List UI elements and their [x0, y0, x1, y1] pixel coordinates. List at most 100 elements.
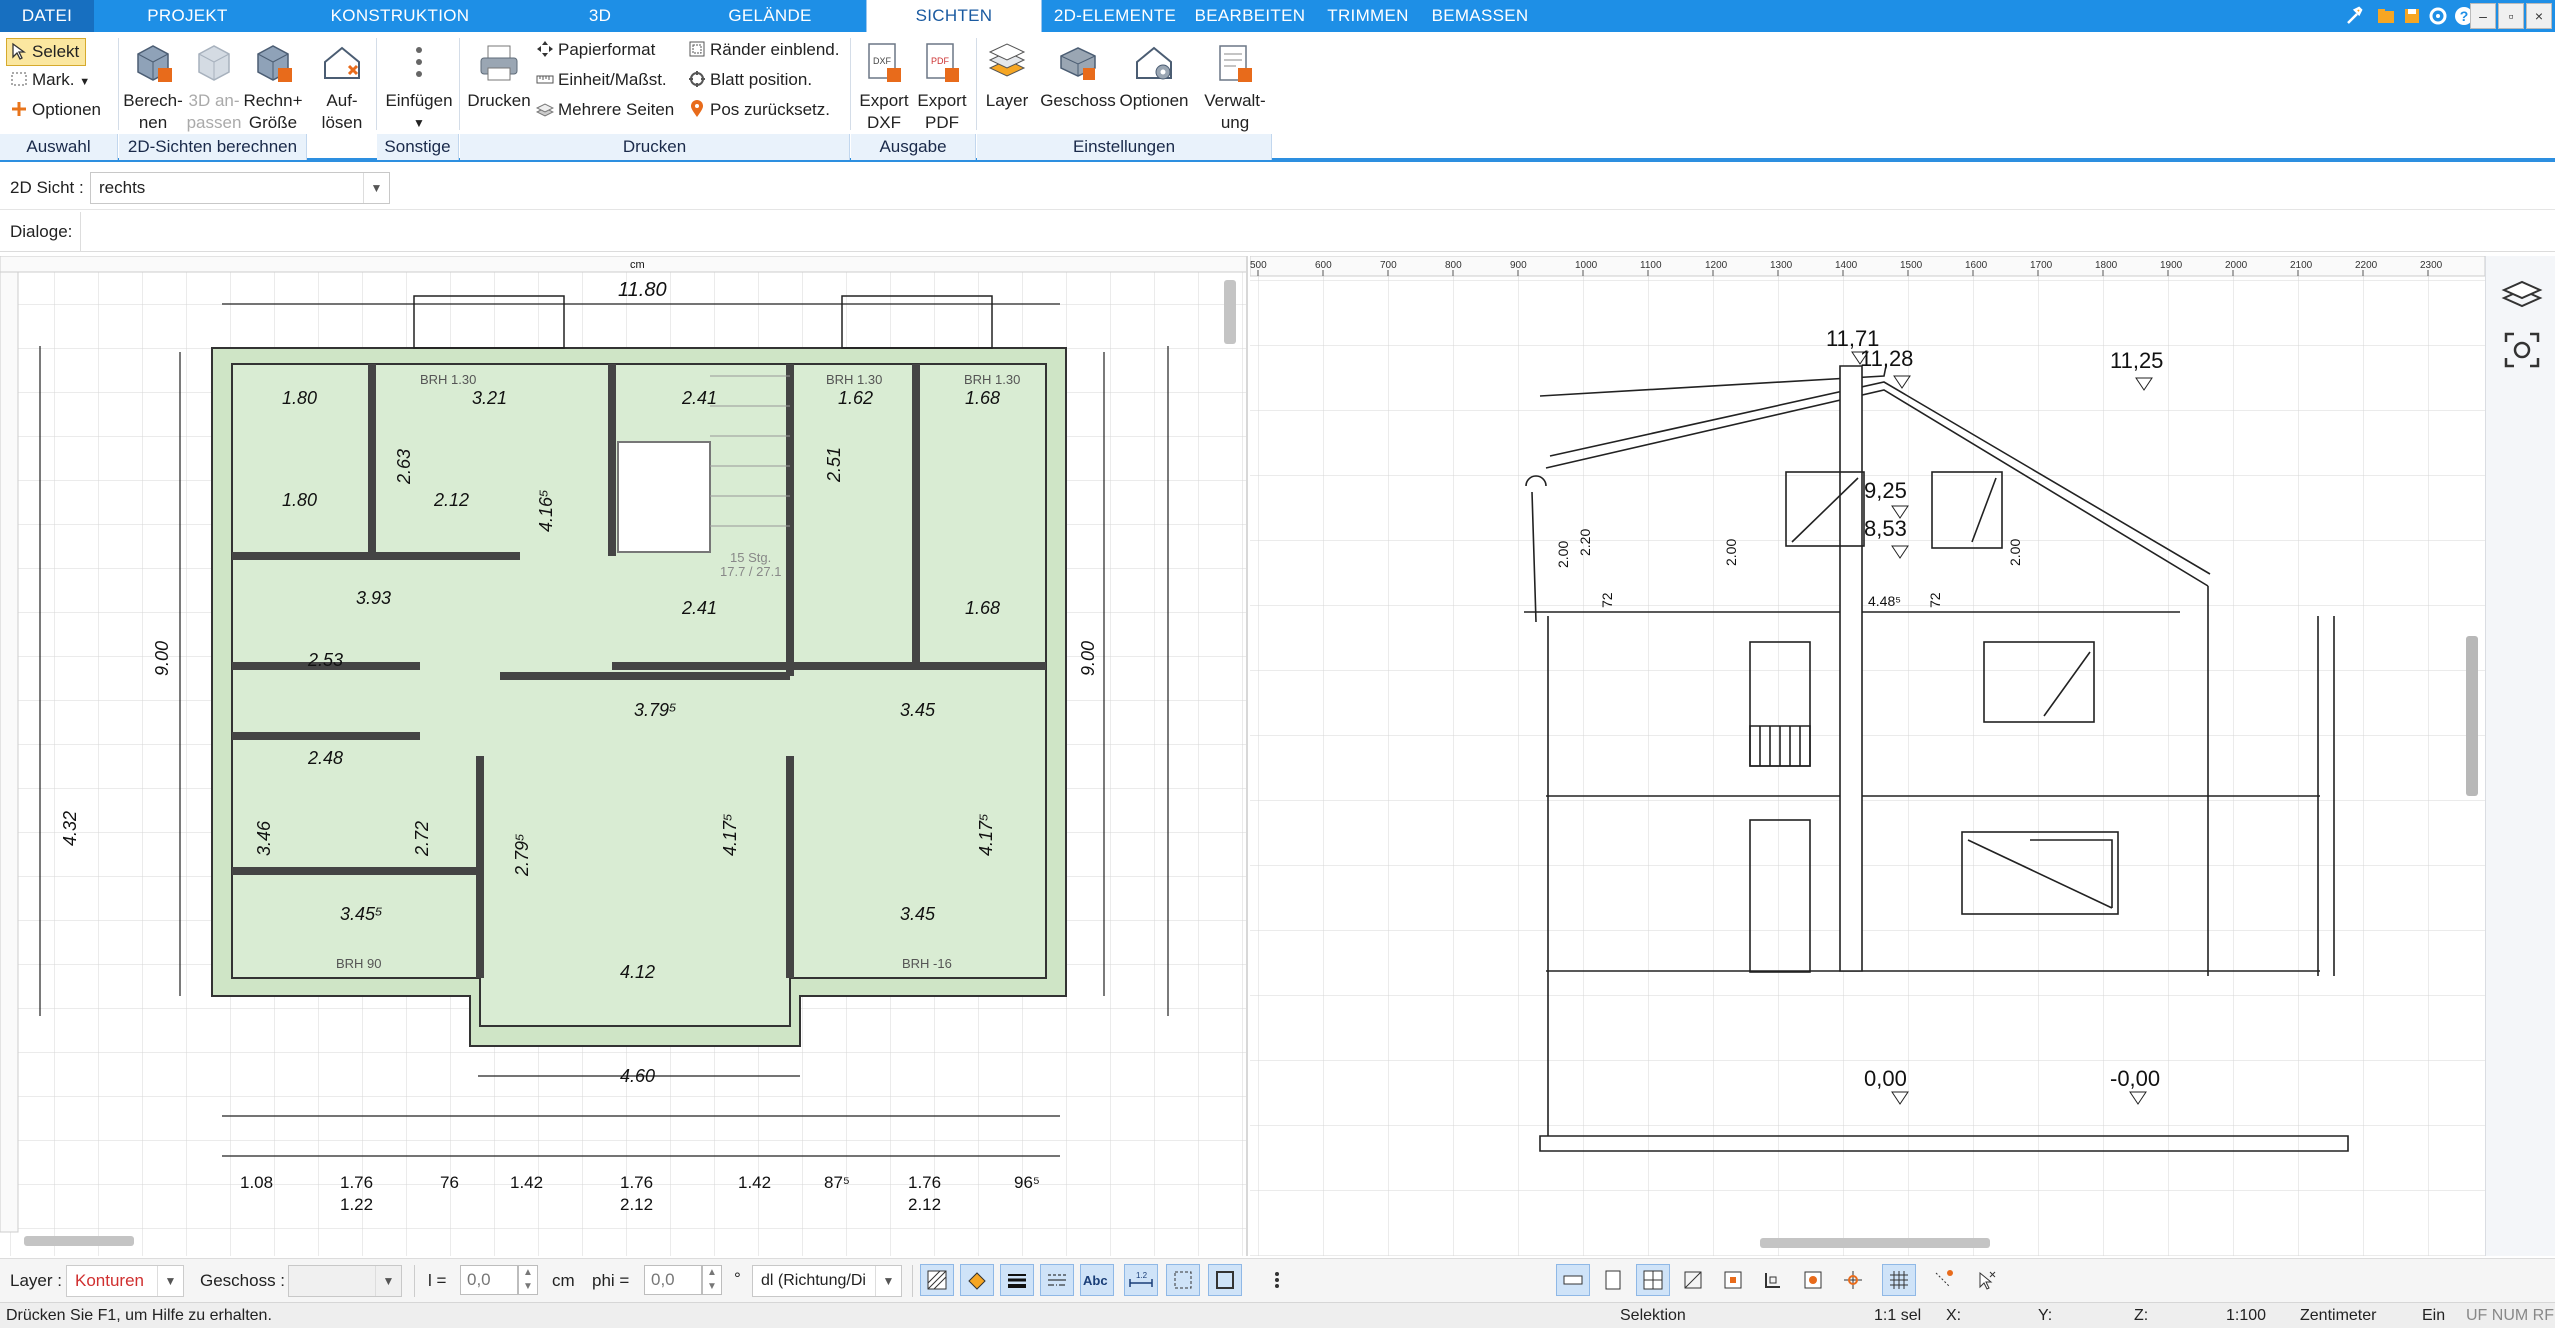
- l-stepper[interactable]: ▲ ▼: [518, 1265, 538, 1295]
- einfuegen-label: Einfügen: [385, 91, 453, 110]
- cursor-snap-button[interactable]: [1970, 1264, 2004, 1296]
- more-options-icon[interactable]: [1260, 1264, 1294, 1296]
- tab-2d-elemente[interactable]: 2D-ELEMENTE: [1050, 0, 1180, 32]
- view-tool-3-button[interactable]: [1636, 1264, 1670, 1296]
- papierformat-button[interactable]: Papierformat: [536, 36, 655, 64]
- elevation-view[interactable]: 500 600 700 800 900 1000 1100 1200 1300 1400 1500 1…: [1250, 256, 2485, 1256]
- view-tool-5-button[interactable]: [1716, 1264, 1750, 1296]
- tab-trimmen[interactable]: TRIMMEN: [1318, 0, 1418, 32]
- cube-adjust-icon: [198, 45, 230, 81]
- group-label-drucken: Drucken: [460, 134, 850, 160]
- rechn-groesse-button[interactable]: Rechn+ Größe: [242, 40, 304, 134]
- hatch-tool-button[interactable]: [920, 1264, 954, 1296]
- geschoss-select[interactable]: ▼: [288, 1265, 402, 1297]
- layers-panel-icon[interactable]: [2500, 272, 2544, 316]
- 3d-anpassen-button[interactable]: 3D an- passen: [186, 40, 242, 134]
- folder-icon[interactable]: [2374, 4, 2398, 28]
- raender-button[interactable]: Ränder einblend.: [688, 36, 839, 64]
- tab-gelaende[interactable]: GELÄNDE: [690, 0, 850, 32]
- mark-button[interactable]: Mark. ▼: [10, 66, 90, 94]
- berechnen-button[interactable]: Berech- nen: [120, 40, 186, 134]
- export-pdf-button[interactable]: PDF Export PDF: [914, 40, 970, 134]
- frame-solid-button[interactable]: [1208, 1264, 1242, 1296]
- dimension-text: 1.22: [340, 1195, 373, 1214]
- verwaltung-label-1: Verwalt-: [1204, 91, 1266, 110]
- minimize-button[interactable]: –: [2470, 3, 2496, 29]
- tab-projekt[interactable]: PROJEKT: [110, 0, 265, 32]
- view-tool-1-button[interactable]: [1556, 1264, 1590, 1296]
- layer-button[interactable]: Layer: [982, 40, 1032, 112]
- svg-text:1.2: 1.2: [1136, 1271, 1148, 1280]
- snap-center-button[interactable]: [1836, 1264, 1870, 1296]
- blatt-position-button[interactable]: Blatt position.: [688, 66, 812, 94]
- tab-sichten[interactable]: SICHTEN: [866, 0, 1042, 34]
- floorplan-canvas[interactable]: 11.80 cm 1.80 3.21 2.41 1.62 1.68 1.80 2…: [0, 256, 1248, 1256]
- margins-icon: [688, 39, 706, 57]
- elevation-canvas[interactable]: 500 600 700 800 900 1000 1100 1200 1300 1400 1500 1…: [1250, 256, 2485, 1256]
- sicht-select[interactable]: rechts ▼: [90, 172, 390, 204]
- tab-bearbeiten[interactable]: BEARBEITEN: [1190, 0, 1310, 32]
- grid-toggle-button[interactable]: [1882, 1264, 1916, 1296]
- einheit-button[interactable]: Einheit/Maßst.: [536, 66, 667, 94]
- view-tool-7-button[interactable]: [1796, 1264, 1830, 1296]
- save-icon[interactable]: [2400, 4, 2424, 28]
- dimension-text: 1.76: [908, 1173, 941, 1192]
- mode-select[interactable]: dl (Richtung/Di ▼: [752, 1265, 902, 1297]
- pos-zuruecksetzen-button[interactable]: Pos zurücksetz.: [688, 96, 830, 124]
- line-type-button[interactable]: [1040, 1264, 1074, 1296]
- dimension-style-button[interactable]: 1.2: [1124, 1264, 1158, 1296]
- tab-datei[interactable]: DATEI: [0, 0, 94, 32]
- settings-icon[interactable]: [2426, 4, 2450, 28]
- tab-konstruktion[interactable]: KONSTRUKTION: [290, 0, 510, 32]
- dimension-text: 72: [1927, 592, 1943, 608]
- text-style-button[interactable]: Abc: [1080, 1264, 1114, 1296]
- phi-input[interactable]: 0,0: [644, 1265, 702, 1295]
- mehrere-seiten-button[interactable]: Mehrere Seiten: [535, 96, 674, 124]
- rechn-label-2: Größe: [248, 113, 298, 132]
- line-weight-button[interactable]: [1000, 1264, 1034, 1296]
- frame-button[interactable]: [1166, 1264, 1200, 1296]
- drucken-button[interactable]: Drucken: [464, 40, 534, 112]
- ruler-tick-label: 1000: [1575, 260, 1598, 271]
- dimension-text: BRH 1.30: [826, 372, 882, 387]
- einfuegen-button[interactable]: Einfügen ▼: [382, 40, 456, 134]
- layer-select[interactable]: Konturen ▼: [66, 1265, 184, 1297]
- status-scale: 1:100: [2226, 1307, 2267, 1324]
- dimension-text: 72: [1599, 592, 1615, 608]
- divider: [414, 1265, 415, 1297]
- verwaltung-button[interactable]: Verwalt- ung: [1198, 40, 1272, 134]
- dimension-text: 3.45: [900, 904, 936, 924]
- l-label: l =: [428, 1271, 447, 1290]
- tab-bemassen[interactable]: BEMASSEN: [1425, 0, 1535, 32]
- tools-icon[interactable]: [2343, 4, 2367, 28]
- phi-stepper[interactable]: ▲ ▼: [702, 1265, 722, 1295]
- tab-3d[interactable]: 3D: [540, 0, 660, 32]
- optionen-auswahl-button[interactable]: Optionen: [10, 96, 101, 124]
- dxf-export-icon: DXF: [868, 43, 901, 82]
- aufloesen-button[interactable]: Auf- lösen: [312, 40, 372, 134]
- selekt-button[interactable]: Selekt: [10, 38, 79, 66]
- group-label-einstellungen: Einstellungen: [977, 134, 1272, 160]
- close-button[interactable]: ×: [2526, 3, 2552, 29]
- ruler-tick-label: 700: [1380, 260, 1397, 271]
- fill-tool-button[interactable]: [960, 1264, 994, 1296]
- export-dxf-button[interactable]: DXF Export DXF: [856, 40, 912, 134]
- view-tool-2-button[interactable]: [1596, 1264, 1630, 1296]
- layer-label: Layer :: [10, 1271, 62, 1290]
- dimension-text: 1.76: [340, 1173, 373, 1192]
- optionen-einstellungen-button[interactable]: Optionen: [1116, 40, 1192, 112]
- geschoss-button[interactable]: Geschoss: [1038, 40, 1118, 112]
- view-tool-6-button[interactable]: [1756, 1264, 1790, 1296]
- l-input[interactable]: 0,0: [460, 1265, 518, 1295]
- dimension-text: 2.20: [1577, 529, 1593, 556]
- status-scale-sel: 1:1 sel: [1874, 1307, 1922, 1324]
- restore-button[interactable]: ▫: [2498, 3, 2524, 29]
- move-icon: [536, 39, 554, 57]
- focus-panel-icon[interactable]: [2500, 328, 2544, 372]
- view-tool-4-button[interactable]: [1676, 1264, 1710, 1296]
- sicht-label: 2D Sicht :: [10, 178, 84, 197]
- floorplan-view[interactable]: 11.80 cm 1.80 3.21 2.41 1.62 1.68 1.80 2…: [0, 256, 1248, 1256]
- snap-tool-button[interactable]: [1926, 1264, 1960, 1296]
- group-separator: [459, 38, 460, 130]
- pdf-label-2: PDF: [925, 113, 959, 132]
